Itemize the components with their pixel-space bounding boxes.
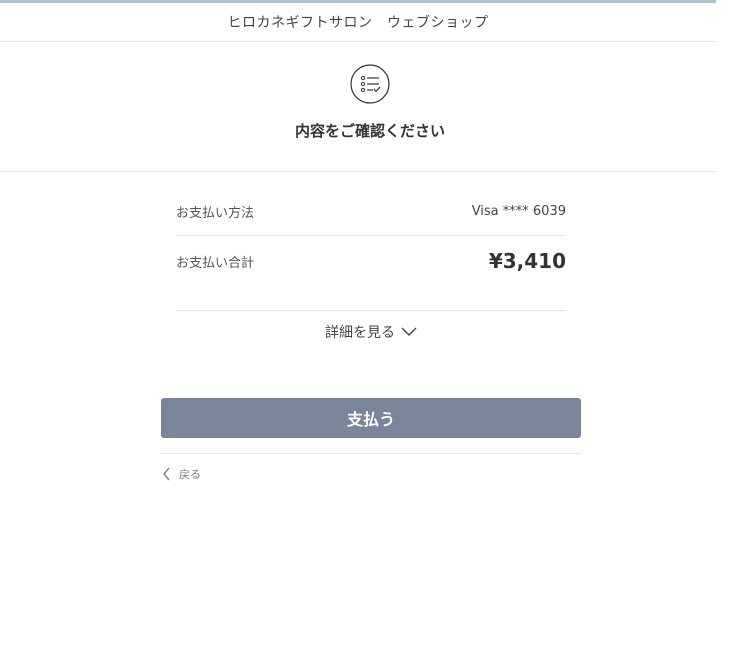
payment-total-label: お支払い合計 <box>176 255 255 271</box>
divider <box>161 453 581 454</box>
confirm-section: 内容をご確認ください <box>0 42 716 172</box>
checklist-icon <box>350 64 390 104</box>
payment-method-row: お支払い方法 Visa **** 6039 <box>176 188 566 236</box>
store-name: ヒロカネギフトサロン ウェブショップ <box>227 15 489 31</box>
back-link[interactable]: 戻る <box>161 465 201 483</box>
show-details-label: 詳細を見る <box>325 325 395 341</box>
page-margin <box>716 0 739 645</box>
divider <box>176 310 566 311</box>
site-header: ヒロカネギフトサロン ウェブショップ <box>0 3 716 42</box>
back-label: 戻る <box>179 468 201 481</box>
payment-method-value: Visa **** 6039 <box>471 204 566 219</box>
payment-total-row: お支払い合計 ¥3,410 <box>176 236 566 286</box>
chevron-down-icon <box>401 327 417 336</box>
payment-confirmation-page: ヒロカネギフトサロン ウェブショップ 内容をご確認ください お支払い方法 Vis… <box>0 0 739 645</box>
show-details-toggle[interactable]: 詳細を見る <box>176 321 566 343</box>
pay-button[interactable]: 支払う <box>161 398 581 438</box>
chevron-left-icon <box>163 467 170 481</box>
payment-summary: お支払い方法 Visa **** 6039 お支払い合計 ¥3,410 <box>176 188 566 286</box>
payment-total-value: ¥3,410 <box>488 249 566 273</box>
payment-method-label: お支払い方法 <box>176 206 255 221</box>
page-title: 内容をご確認ください <box>294 122 445 140</box>
